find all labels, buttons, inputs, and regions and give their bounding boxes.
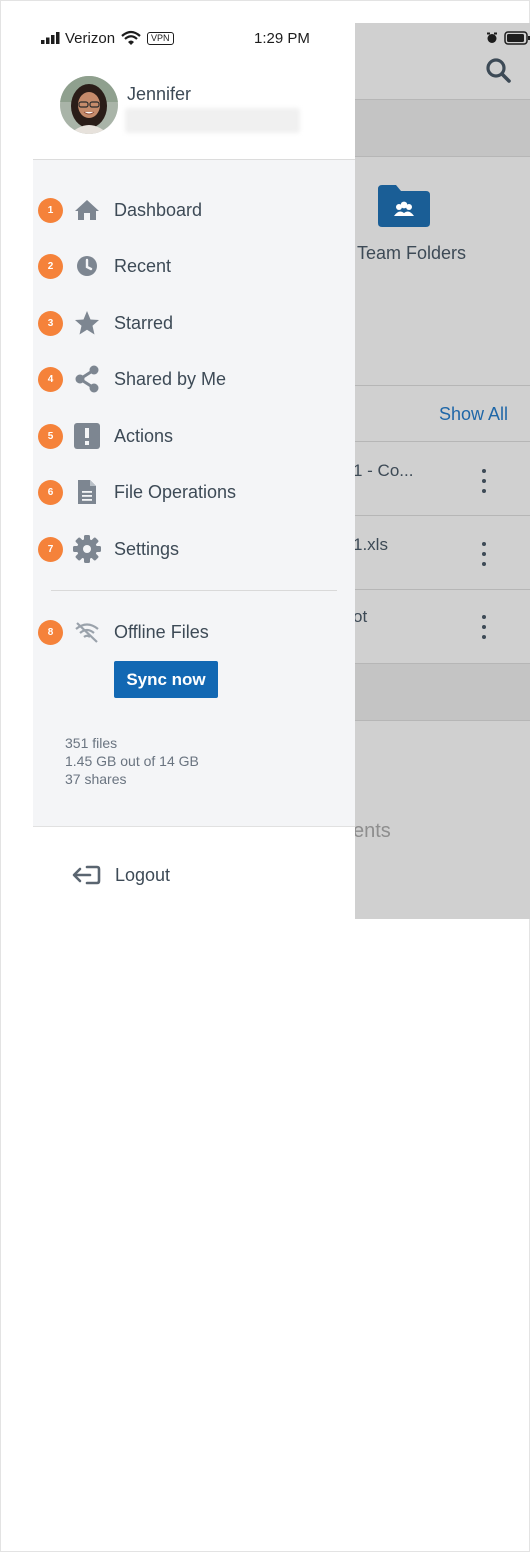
menu-divider [51,590,337,591]
menu-item-starred[interactable]: 3 Starred [33,302,355,344]
file-row-name[interactable]: 1 - Co... [353,461,413,481]
alarm-icon [487,32,497,43]
menu-label: Actions [114,425,174,446]
menu-label: Offline Files [114,621,209,642]
team-folder-icon[interactable] [376,183,432,229]
sync-now-button[interactable]: Sync now [114,661,218,698]
logout-icon [72,865,101,885]
step-badge: 3 [38,310,63,336]
step-badge: 2 [38,253,63,279]
more-options-icon[interactable] [479,615,489,639]
navigation-drawer: Verizon VPN 1:29 PM Jennifer 1 Dashboard… [33,23,355,919]
storage-usage: 1.45 GB out of 14 GB [65,753,199,769]
logout-button[interactable]: Logout [71,860,170,890]
clock-icon [73,252,101,280]
file-row-name[interactable]: ot [353,607,367,627]
menu-label: Shared by Me [114,368,227,389]
menu-item-settings[interactable]: 7 Settings [33,528,355,570]
drawer-header: Verizon VPN 1:29 PM Jennifer [33,23,355,160]
battery-icon [504,31,530,45]
step-badge: 8 [38,619,63,645]
status-bar: Verizon VPN 1:29 PM [41,27,331,49]
star-icon [73,309,101,337]
shares-count: 37 shares [65,771,127,787]
step-badge: 1 [38,197,63,223]
share-icon [73,365,101,393]
menu-item-offline-files[interactable]: 8 Offline Files [33,611,355,653]
gear-icon [73,535,101,563]
more-options-icon[interactable] [479,469,489,493]
step-badge: 6 [38,479,63,505]
menu-item-dashboard[interactable]: 1 Dashboard [33,189,355,231]
phone-screen: Team Folders Show All 1 - Co... 1.xls ot… [33,23,530,919]
status-time: 1:29 PM [254,29,310,47]
menu-label: File Operations [114,481,237,502]
search-icon[interactable] [481,53,517,89]
carrier-name: Verizon [65,29,116,47]
logout-label: Logout [115,864,171,885]
step-badge: 5 [38,423,63,449]
status-bar-right [486,31,530,45]
files-count: 351 files [65,735,118,751]
recent-section-label: ents [353,820,391,842]
exclamation-icon [73,422,101,450]
file-row-name[interactable]: 1.xls [353,535,388,555]
step-badge: 4 [38,366,63,392]
user-email-redacted [125,108,300,133]
file-icon [73,478,101,506]
menu-item-file-operations[interactable]: 6 File Operations [33,471,355,513]
wifi-icon [121,30,141,45]
more-options-icon[interactable] [479,542,489,566]
user-name: Jennifer [127,84,192,104]
offline-icon [73,618,101,646]
logout-area: Logout [33,826,355,919]
menu-item-recent[interactable]: 2 Recent [33,245,355,287]
vpn-indicator: VPN [147,31,174,45]
menu-item-shared-by-me[interactable]: 4 Shared by Me [33,358,355,400]
menu-label: Starred [114,312,174,333]
menu-label: Recent [114,255,172,276]
team-folders-label[interactable]: Team Folders [357,243,466,264]
step-badge: 7 [38,536,63,562]
menu-label: Settings [114,538,180,559]
menu-label: Dashboard [114,199,203,220]
home-icon [73,196,101,224]
storage-stats: 351 files 1.45 GB out of 14 GB 37 shares [65,734,199,788]
menu-item-actions[interactable]: 5 Actions [33,415,355,457]
signal-icon [41,32,60,44]
show-all-link[interactable]: Show All [439,404,508,425]
avatar[interactable] [60,76,118,134]
